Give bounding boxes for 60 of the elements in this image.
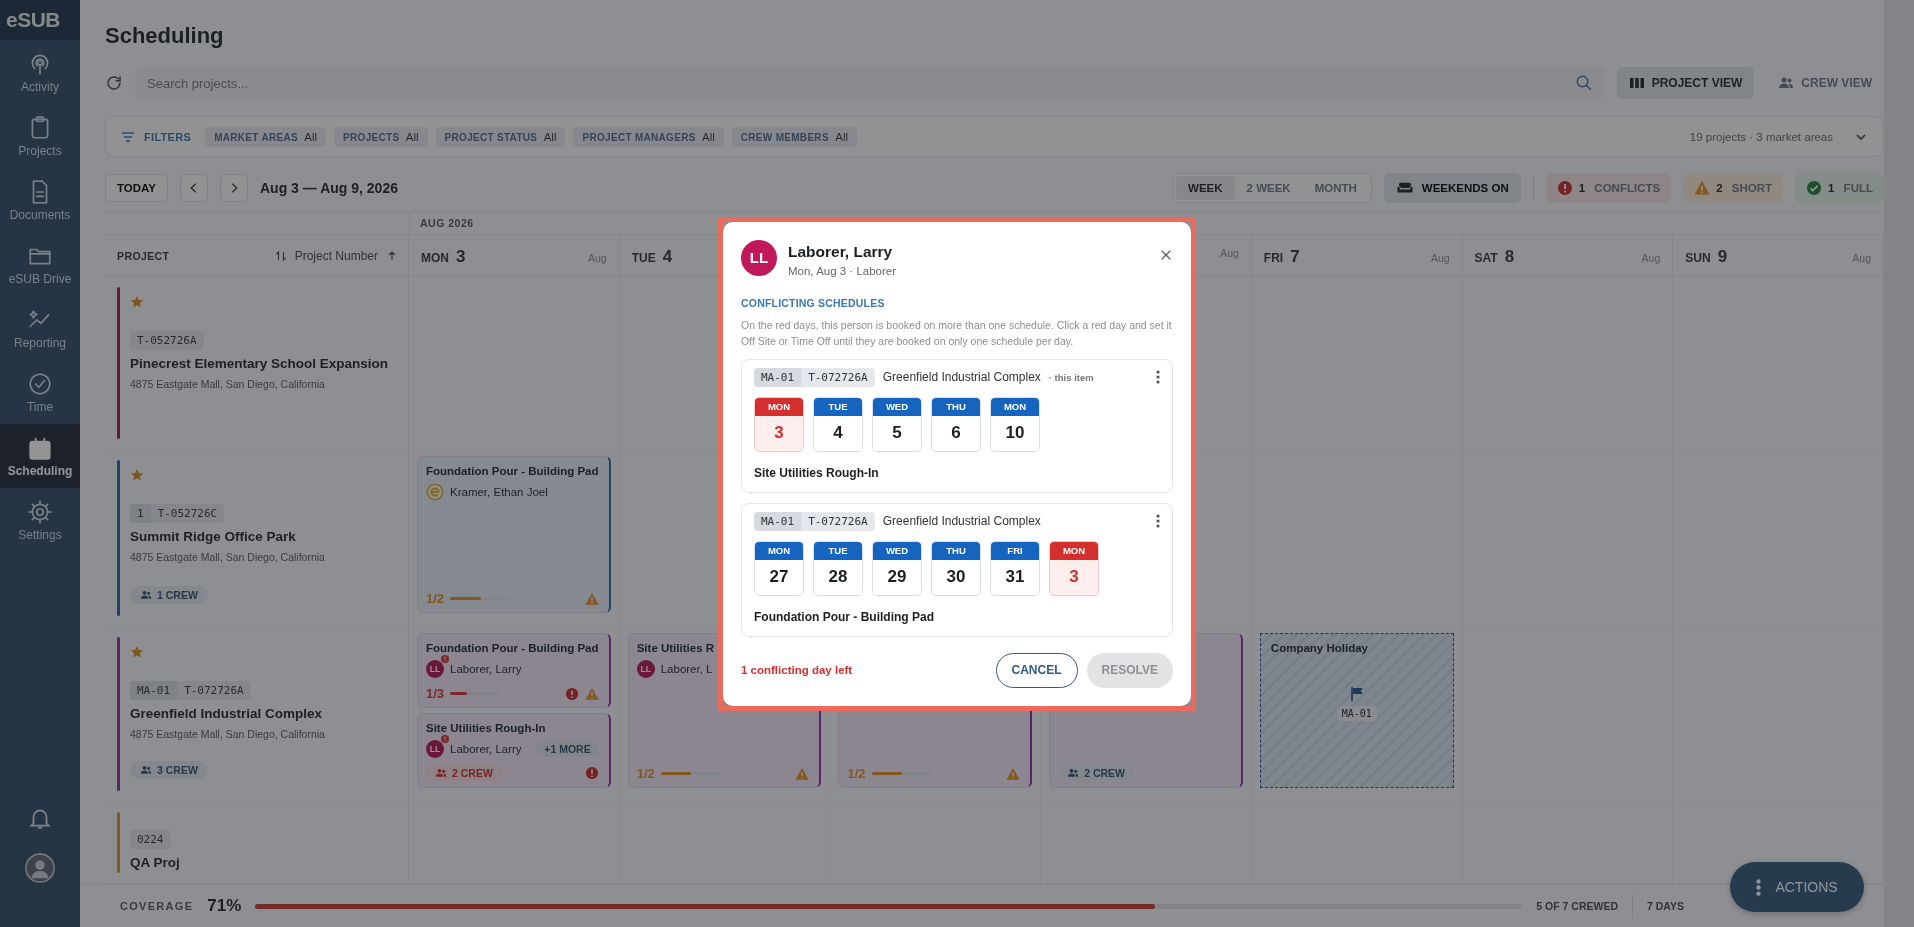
- day-month: Aug: [1852, 252, 1871, 264]
- crewed-count: 5 OF 7 CREWED: [1536, 900, 1619, 912]
- task-title: Foundation Pour - Building Pad: [754, 609, 935, 624]
- days-count: 7 DAYS: [1647, 900, 1684, 912]
- section-heading: CONFLICTING SCHEDULES: [741, 296, 886, 309]
- holiday-tag: MA-01: [1336, 706, 1377, 721]
- staffing-ratio: 1/3: [426, 686, 445, 701]
- project-name: Greenfield Industrial Complex: [882, 370, 1041, 384]
- assignee-name: Laborer, Larry: [450, 663, 522, 675]
- date-range: Aug 3 — Aug 9, 2026: [260, 180, 398, 196]
- day-number: 9: [1717, 247, 1728, 267]
- day-number: 8: [1504, 247, 1515, 267]
- project-tag: MA-01 T-072726A: [754, 367, 875, 387]
- day-name: MON: [421, 251, 449, 265]
- initials-avatar: LL: [741, 239, 777, 276]
- assignee-name: Laborer, Larry: [450, 743, 522, 755]
- day-month: Aug: [1220, 247, 1239, 259]
- task-title: Site Utilities R: [636, 642, 716, 654]
- project-tag: T-052726A: [130, 331, 204, 350]
- day-name: SAT: [1474, 251, 1498, 265]
- project-address: 4875 Eastgate Mall, San Diego, California: [130, 378, 325, 390]
- coverage-value: 71%: [207, 896, 242, 916]
- project-name: Greenfield Industrial Complex: [882, 514, 1041, 528]
- staffing-ratio: 1/2: [847, 766, 866, 781]
- task-title: Foundation Pour - Building Pad: [426, 642, 599, 654]
- assignee-name: Laborer, L: [660, 663, 713, 675]
- day-month: Aug: [1430, 252, 1450, 264]
- column-header: PROJECT: [117, 249, 170, 262]
- holiday-title: Company Holiday: [1270, 642, 1368, 654]
- item-note: · this item: [1048, 371, 1094, 383]
- staffing-ratio: 1/2: [636, 766, 655, 781]
- initials-avatar: LL: [636, 660, 655, 678]
- filters-label: FILTERS: [144, 130, 192, 143]
- project-tag: 1 T-052726C: [130, 504, 225, 523]
- dialog-description: On the red days, this person is booked on more than one schedule. Click a red day and set it Off Site or Time Off until they are booked on only one schedule per day.: [741, 317, 1173, 349]
- task-title: Foundation Pour - Building Pad: [426, 465, 599, 477]
- project-address: 4875 Eastgate Mall, San Diego, California: [130, 728, 325, 740]
- coverage-label: COVERAGE: [120, 900, 194, 912]
- day-number: 7: [1290, 247, 1300, 267]
- day-number: 3: [456, 247, 466, 267]
- logo: eSUB: [0, 0, 80, 40]
- day-name: TUE: [631, 251, 656, 265]
- page-title: Scheduling: [105, 22, 225, 50]
- filter-summary: 19 projects · 3 market areas: [1689, 130, 1833, 143]
- dialog-subtitle: Mon, Aug 3 · Laborer: [788, 264, 898, 277]
- task-title: Site Utilities Rough-In: [426, 722, 547, 734]
- conflict-count: 1 conflicting day left: [741, 664, 853, 676]
- dialog-title: Laborer, Larry: [788, 242, 894, 261]
- day-month: Aug: [1641, 252, 1661, 264]
- staffing-ratio: 1/2: [426, 591, 445, 606]
- day-number: 4: [662, 247, 673, 267]
- project-address: 4875 Eastgate Mall, San Diego, California: [130, 551, 325, 563]
- day-month: Aug: [588, 252, 607, 264]
- project-tag: MA-01 T-072726A: [754, 511, 875, 531]
- day-name: SUN: [1685, 251, 1711, 265]
- project-tag: 0224: [130, 830, 171, 849]
- day-name: FRI: [1263, 251, 1284, 265]
- project-tag: MA-01 T-072726A: [130, 681, 251, 700]
- assignee-name: Kramer, Ethan Joel: [450, 486, 548, 498]
- task-title: Site Utilities Rough-In: [754, 465, 880, 480]
